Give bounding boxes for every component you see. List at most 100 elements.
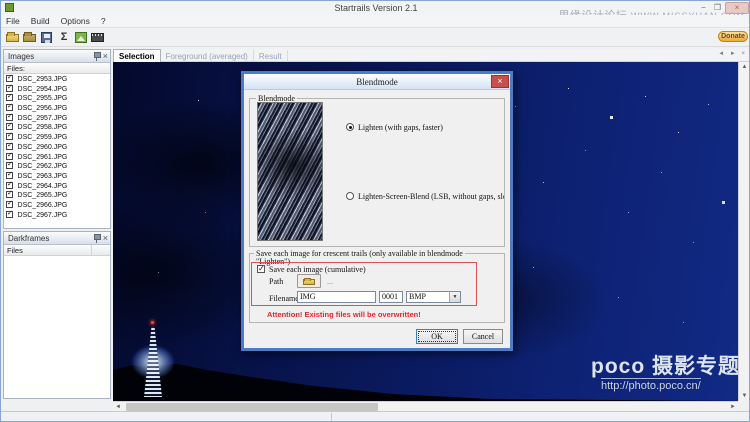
format-dropdown[interactable]: BMP ▼ (406, 291, 461, 303)
file-item[interactable]: ✓ DSC_2965.JPG (4, 190, 110, 200)
file-checkbox[interactable]: ✓ (6, 211, 13, 218)
dialog-close-button[interactable]: × (491, 75, 509, 88)
tab-selection[interactable]: Selection (113, 49, 161, 62)
film-icon (91, 33, 104, 42)
check-icon: ✓ (7, 93, 13, 101)
file-checkbox[interactable]: ✓ (6, 201, 13, 208)
file-item[interactable]: ✓ DSC_2953.JPG (4, 74, 110, 84)
file-checkbox[interactable]: ✓ (6, 143, 13, 150)
check-icon: ✓ (7, 103, 13, 111)
file-checkbox[interactable]: ✓ (6, 85, 13, 92)
browse-path-button[interactable] (297, 274, 321, 288)
file-checkbox[interactable]: ✓ (6, 123, 13, 130)
file-checkbox[interactable]: ✓ (6, 94, 13, 101)
vertical-scrollbar[interactable]: ▲ ▼ (738, 62, 750, 401)
file-name: DSC_2959.JPG (18, 134, 68, 141)
radio-selected-icon[interactable] (346, 123, 354, 131)
check-icon: ✓ (7, 113, 13, 121)
pin-icon[interactable] (94, 51, 99, 59)
file-checkbox[interactable]: ✓ (6, 133, 13, 140)
radio-lsb-option[interactable]: Lighten-Screen-Blend (LSB, without gaps,… (346, 192, 504, 201)
images-panel-header[interactable]: Images × (4, 50, 110, 63)
file-checkbox[interactable]: ✓ (6, 104, 13, 111)
scroll-up-icon[interactable]: ▲ (739, 64, 750, 70)
file-name: DSC_2960.JPG (18, 144, 68, 151)
file-checkbox[interactable]: ✓ (6, 162, 13, 169)
file-name: DSC_2957.JPG (18, 115, 68, 122)
file-checkbox[interactable]: ✓ (6, 153, 13, 160)
file-item[interactable]: ✓ DSC_2960.JPG (4, 142, 110, 152)
file-item[interactable]: ✓ DSC_2956.JPG (4, 103, 110, 113)
checkbox-checked-icon[interactable]: ✓ (257, 265, 265, 273)
check-icon: ✓ (7, 74, 13, 82)
save-button[interactable] (39, 30, 55, 45)
menu-item[interactable]: File (6, 15, 20, 28)
scroll-left-icon[interactable]: ◄ (115, 404, 121, 410)
file-item[interactable]: ✓ DSC_2961.JPG (4, 152, 110, 162)
scroll-right-icon[interactable]: ► (730, 404, 736, 410)
file-item[interactable]: ✓ DSC_2962.JPG (4, 161, 110, 171)
poco-logo-text: poco 摄影专题 (591, 356, 738, 378)
radio-unselected-icon[interactable] (346, 192, 354, 200)
open-folder-icon (6, 34, 19, 42)
app-window: Startrails Version 2.1 − ❐ × 思缘设计论坛 WWW.… (0, 0, 750, 422)
file-name: DSC_2967.JPG (18, 212, 68, 219)
file-checkbox[interactable]: ✓ (6, 75, 13, 82)
file-name: DSC_2963.JPG (18, 173, 68, 180)
dialog-title: Blendmode (244, 77, 510, 87)
file-checkbox[interactable]: ✓ (6, 172, 13, 179)
save-each-image-checkbox[interactable]: ✓Save each image (cumulative) (257, 265, 366, 274)
darkframes-files-header[interactable]: Files (4, 245, 110, 256)
file-checkbox[interactable]: ✓ (6, 114, 13, 121)
file-item[interactable]: ✓ DSC_2954.JPG (4, 84, 110, 94)
ok-button[interactable]: OK (416, 329, 458, 344)
horizontal-scrollbar[interactable]: ◄ ► (113, 401, 738, 411)
menu-item[interactable]: ? (101, 15, 106, 28)
pin-icon[interactable] (94, 233, 99, 241)
file-name: DSC_2961.JPG (18, 154, 68, 161)
scroll-down-icon[interactable]: ▼ (739, 393, 750, 399)
file-item[interactable]: ✓ DSC_2959.JPG (4, 132, 110, 142)
file-item[interactable]: ✓ DSC_2958.JPG (4, 122, 110, 132)
images-file-list: ✓ DSC_2953.JPG ✓ DSC_2954.JPG ✓ DSC_2955… (4, 74, 110, 228)
poco-url-text: http://photo.poco.cn/ (601, 378, 701, 392)
file-item[interactable]: ✓ DSC_2966.JPG (4, 200, 110, 210)
panel-close-icon[interactable]: × (103, 232, 108, 244)
save-icon (41, 32, 52, 43)
open-darkframes-button[interactable] (22, 30, 38, 45)
donate-button[interactable]: Donate (718, 31, 748, 42)
scrollbar-thumb[interactable] (126, 403, 378, 411)
radio-lighten-option[interactable]: Lighten (with gaps, faster) (346, 123, 443, 132)
build-image-button[interactable] (73, 30, 89, 45)
tab-scroll-buttons[interactable]: ◄ ► × (718, 51, 747, 57)
check-icon: ✓ (7, 132, 13, 140)
file-name: DSC_2962.JPG (18, 163, 68, 170)
file-item[interactable]: ✓ DSC_2955.JPG (4, 93, 110, 103)
counter-field[interactable]: 0001 (379, 291, 403, 303)
darkframes-panel-header[interactable]: Darkframes × (4, 232, 110, 245)
menu-item[interactable]: Options (61, 15, 90, 28)
check-icon: ✓ (7, 142, 13, 150)
dialog-title-bar[interactable]: Blendmode (244, 74, 510, 90)
file-item[interactable]: ✓ DSC_2957.JPG (4, 113, 110, 123)
file-item[interactable]: ✓ DSC_2967.JPG (4, 210, 110, 220)
cancel-button[interactable]: Cancel (463, 329, 503, 344)
build-video-button[interactable] (90, 30, 106, 45)
panel-close-icon[interactable]: × (103, 50, 108, 62)
poco-watermark: poco 摄影专题 http://photo.poco.cn/ (591, 356, 738, 392)
column-divider[interactable] (91, 245, 92, 256)
images-files-header[interactable]: Files: (4, 63, 110, 74)
menu-item[interactable]: Build (31, 15, 50, 28)
file-checkbox[interactable]: ✓ (6, 191, 13, 198)
format-value: BMP (409, 292, 426, 301)
chevron-down-icon[interactable]: ▼ (449, 292, 460, 302)
file-name: DSC_2966.JPG (18, 202, 68, 209)
filename-input[interactable]: IMG (297, 291, 376, 303)
file-checkbox[interactable]: ✓ (6, 182, 13, 189)
open-images-button[interactable] (5, 30, 21, 45)
build-startrails-button[interactable]: Σ (56, 30, 72, 45)
check-icon: ✓ (7, 210, 13, 218)
file-item[interactable]: ✓ DSC_2963.JPG (4, 171, 110, 181)
darkframes-panel-title: Darkframes (8, 234, 49, 243)
file-item[interactable]: ✓ DSC_2964.JPG (4, 181, 110, 191)
